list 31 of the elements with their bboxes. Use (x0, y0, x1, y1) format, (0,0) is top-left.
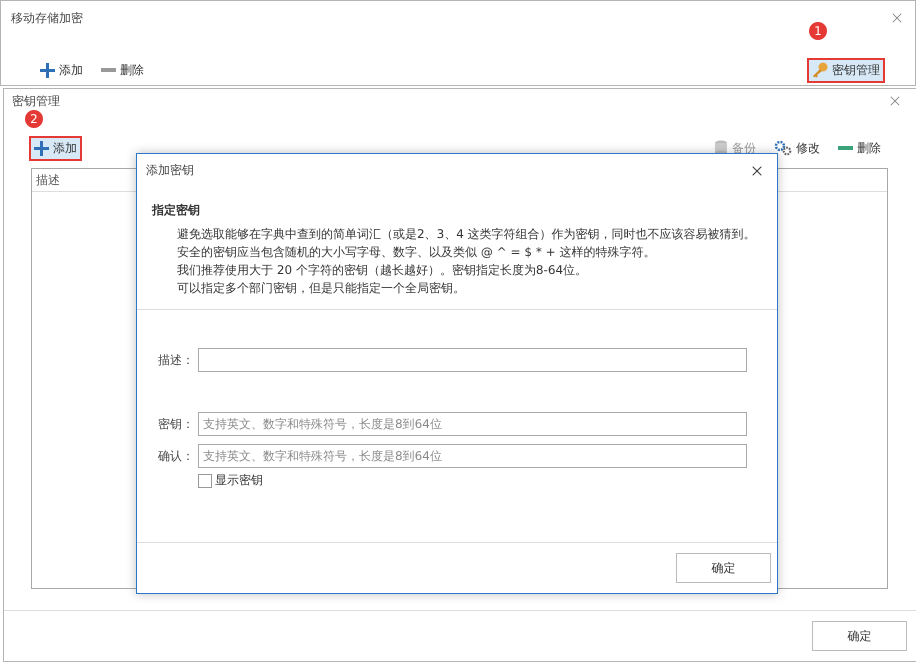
show-key-checkbox[interactable]: 显示密钥 (198, 472, 263, 489)
section-title: 指定密钥 (152, 202, 201, 219)
note-text: 安全的密钥应当包含随机的大小写字母、数字、以及类似 @ ^ = $ * + 这样的特殊字符。 (176, 244, 656, 261)
toolbar-button[interactable]: 修改 (769, 136, 825, 160)
column-header: 描述 (36, 172, 60, 188)
note-text: 我们推荐使用大于 20 个字符的密钥（越长越好）。密钥指定长度为8-64位。 (176, 262, 588, 279)
input-field[interactable]: 支持英文、数字和特殊符号，长度是8到64位 (198, 412, 747, 436)
note-text: 可以指定多个部门密钥，但是只能指定一个全局密钥。 (176, 280, 466, 297)
plus-icon (40, 62, 55, 78)
step-badge: 1 (809, 22, 827, 40)
key-icon (812, 62, 828, 78)
ok-button[interactable]: 确定 (676, 553, 771, 583)
toolbar-button[interactable]: 添加 (35, 58, 88, 82)
field-label: 确认： (158, 448, 195, 464)
minus-icon (838, 146, 853, 150)
gear-icon (774, 140, 792, 156)
note-text: 避免选取能够在字典中查到的简单词汇（或是2、3、4 这类字符组合）作为密钥，同时也不应该容易被猜到。 (176, 226, 757, 243)
plus-icon (34, 140, 49, 156)
field-label: 描述： (158, 352, 195, 368)
toolbar-button[interactable]: 删除 (833, 136, 886, 160)
minus-icon (101, 68, 116, 72)
input-field[interactable]: 支持英文、数字和特殊符号，长度是8到64位 (198, 444, 747, 468)
input-field[interactable] (198, 348, 747, 372)
database-icon (714, 140, 728, 156)
window-title: 移动存储加密 (11, 10, 83, 26)
dialog-title: 添加密钥 (146, 162, 194, 179)
toolbar-button[interactable]: 删除 (96, 58, 149, 82)
step-badge: 2 (25, 110, 43, 128)
ok-button[interactable]: 确定 (812, 621, 907, 651)
field-label: 密钥： (158, 416, 195, 432)
window-title: 密钥管理 (12, 92, 60, 110)
